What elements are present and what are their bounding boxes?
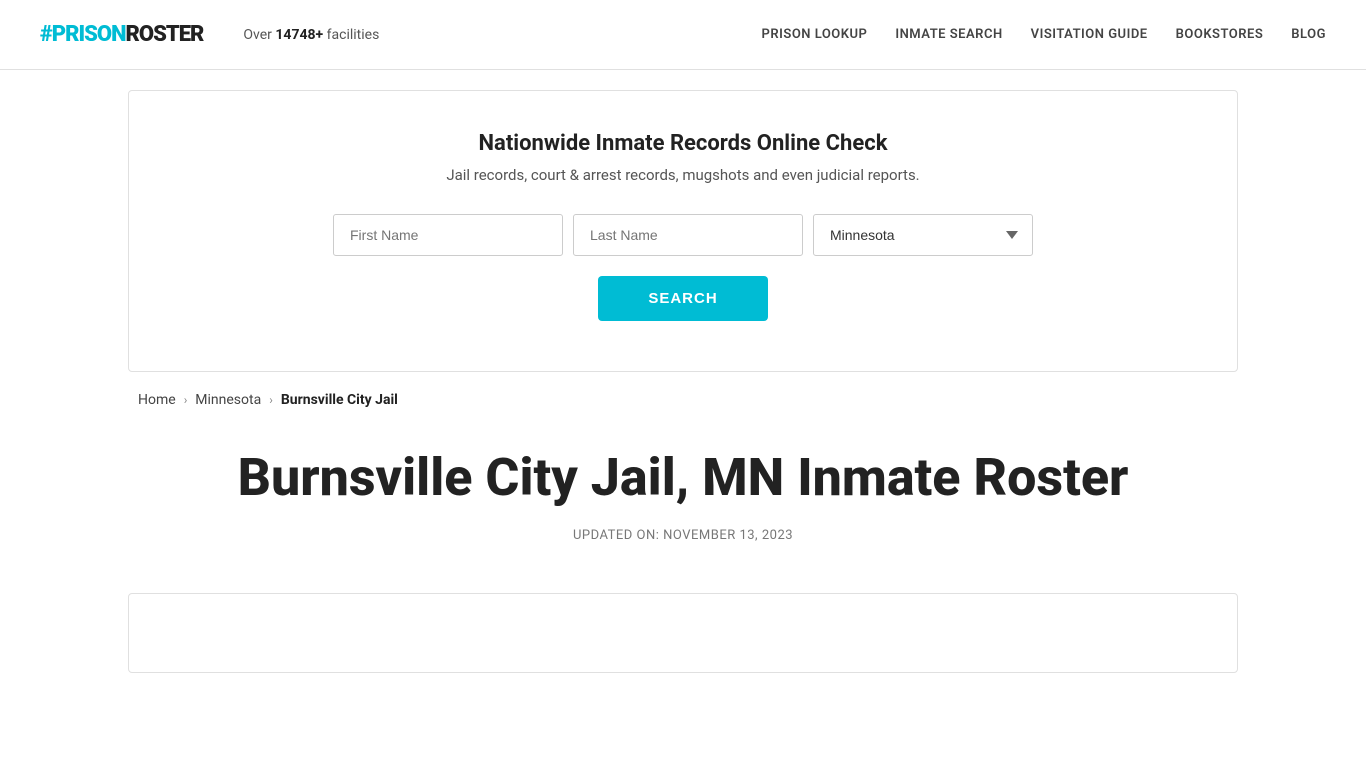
navbar: #PRISONROSTER Over 14748+ facilities PRI… [0,0,1366,70]
state-select[interactable]: Minnesota Alabama Alaska Arizona Califor… [813,214,1033,256]
facilities-count: 14748+ [275,27,323,43]
nav-visitation-guide[interactable]: VISITATION GUIDE [1031,27,1148,42]
breadcrumb-chevron-1: › [184,393,188,407]
search-button[interactable]: SEARCH [598,276,767,321]
updated-label: UPDATED ON: NOVEMBER 13, 2023 [138,528,1228,543]
search-button-row: SEARCH [169,276,1197,321]
nav-blog[interactable]: BLOG [1291,27,1326,42]
logo[interactable]: #PRISONROSTER [40,22,203,47]
facilities-tagline: Over 14748+ facilities [243,27,379,43]
breadcrumb-chevron-2: › [269,393,273,407]
search-section-subtitle: Jail records, court & arrest records, mu… [169,166,1197,184]
search-section: Nationwide Inmate Records Online Check J… [128,90,1238,372]
nav-menu: PRISON LOOKUP INMATE SEARCH VISITATION G… [762,27,1326,42]
search-form: Minnesota Alabama Alaska Arizona Califor… [169,214,1197,256]
breadcrumb-current: Burnsville City Jail [281,392,398,408]
last-name-input[interactable] [573,214,803,256]
nav-inmate-search[interactable]: INMATE SEARCH [895,27,1002,42]
logo-roster: ROSTER [126,22,204,47]
main-content: Burnsville City Jail, MN Inmate Roster U… [128,428,1238,593]
search-section-title: Nationwide Inmate Records Online Check [169,131,1197,156]
first-name-input[interactable] [333,214,563,256]
tagline-prefix: Over [243,27,275,43]
tagline-suffix: facilities [323,27,379,43]
breadcrumb: Home › Minnesota › Burnsville City Jail [128,392,1238,408]
logo-hash: # [40,22,52,47]
breadcrumb-state[interactable]: Minnesota [195,392,261,408]
page-title: Burnsville City Jail, MN Inmate Roster [138,448,1228,508]
breadcrumb-home[interactable]: Home [138,392,176,408]
bottom-card [128,593,1238,673]
nav-prison-lookup[interactable]: PRISON LOOKUP [762,27,868,42]
logo-prison: PRISON [52,22,126,47]
nav-bookstores[interactable]: BOOKSTORES [1176,27,1264,42]
